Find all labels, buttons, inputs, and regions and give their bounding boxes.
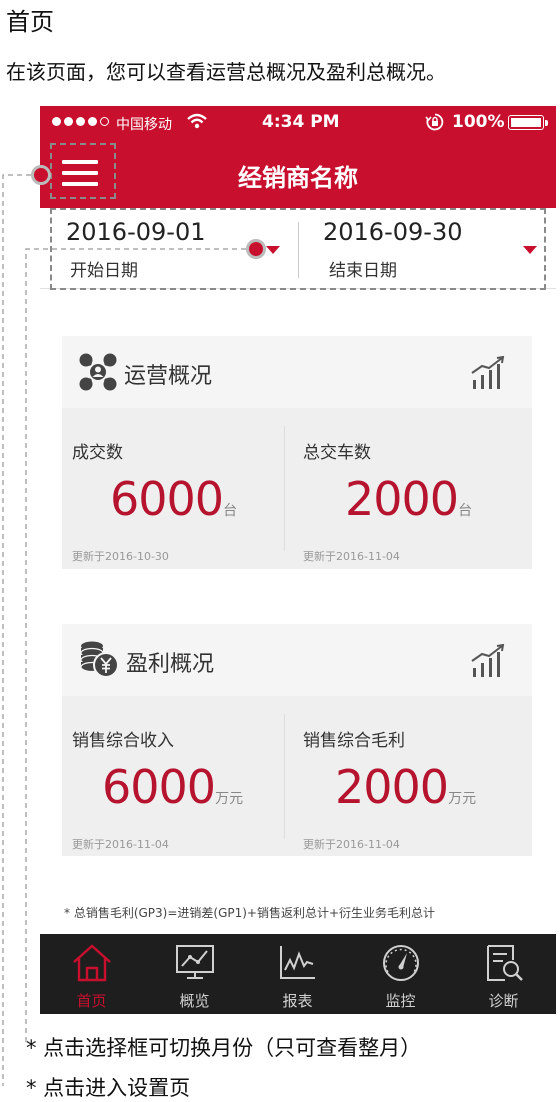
annotation-leader-lines <box>2 174 246 1086</box>
menu-hint: * 点击进入设置页 <box>26 1076 191 1100</box>
date-picker-hint: * 点击选择框可切换月份（只可查看整月） <box>26 1036 422 1060</box>
